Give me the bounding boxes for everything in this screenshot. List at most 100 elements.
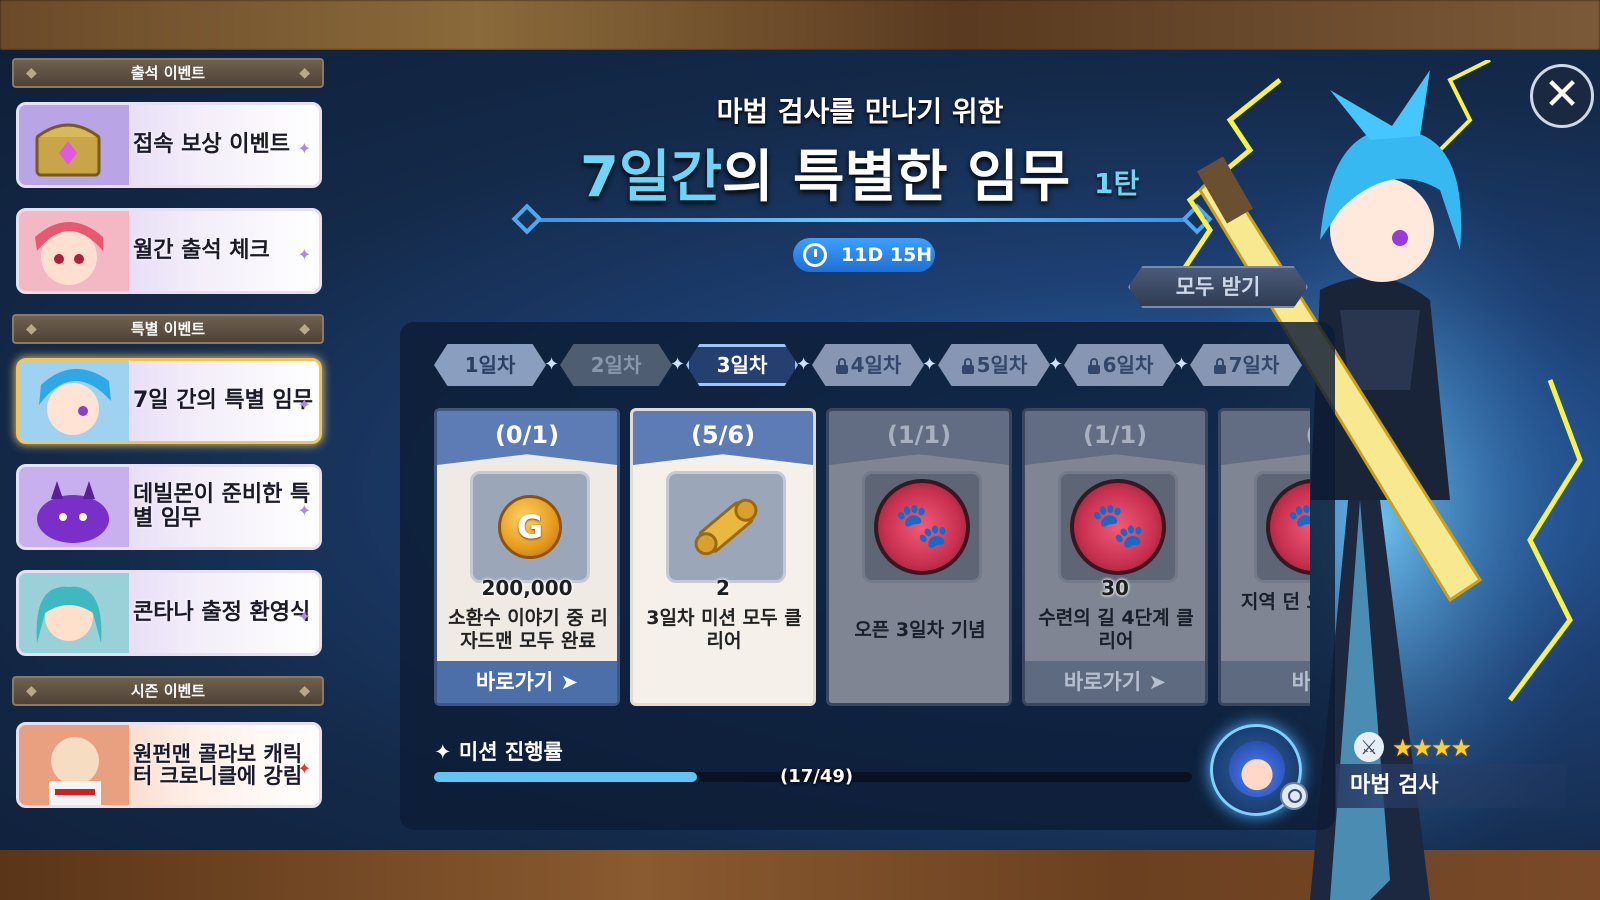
scroll-icon bbox=[694, 498, 758, 556]
mission-card[interactable]: (5/6) 2 3일차 미션 모두 클리어 bbox=[630, 408, 816, 706]
title-highlight: 7일간 bbox=[580, 145, 723, 210]
sparkle-icon: ✦ bbox=[434, 740, 459, 764]
event-subtitle: 마법 검사를 만나기 위한 bbox=[716, 95, 1004, 128]
sidebar-item-label: 접속 보상 이벤트 bbox=[133, 132, 290, 157]
star-icon: ★ bbox=[1411, 734, 1433, 762]
sparkle-icon: ✦ bbox=[297, 395, 311, 414]
character-portrait-icon bbox=[19, 361, 129, 441]
mission-card[interactable]: (1/1) 🐾 30 수련의 길 4단계 클리어 바로가기 ➤ bbox=[1022, 408, 1208, 706]
tab-day-1[interactable]: 1일차 bbox=[434, 344, 546, 386]
tab-day-4[interactable]: 4일차 bbox=[812, 344, 924, 386]
day-tabs: 1일차 ✦ 2일차 ✦ 3일차 ✦ 4일차 ✦ 5일차 ✦ 6일차 ✦ 7일차 bbox=[434, 344, 1314, 388]
close-button[interactable]: ✕ bbox=[1530, 64, 1594, 128]
gold-coin-icon: G bbox=[498, 495, 562, 559]
reward-slot bbox=[666, 471, 786, 583]
avatar bbox=[1229, 741, 1285, 797]
reward-slot: 🐾 bbox=[1058, 471, 1178, 583]
mission-progress: (1/1) bbox=[829, 411, 1009, 465]
tab-label: 1일차 bbox=[464, 353, 516, 377]
reward-quantity: 2 bbox=[716, 576, 730, 600]
sidebar-item-devilmon-mission[interactable]: 데빌몬이 준비한 특별 임무 ✦ bbox=[16, 464, 322, 550]
tab-separator-icon: ✦ bbox=[796, 354, 812, 375]
tab-separator-icon: ✦ bbox=[922, 354, 938, 375]
sidebar-item-label: 원펀맨 콜라보 캐릭터 크로니클에 강림 bbox=[133, 742, 303, 788]
sidebar-item-label: 데빌몬이 준비한 특별 임무 bbox=[133, 482, 311, 531]
star-icon: ★ bbox=[1450, 734, 1472, 762]
progress-count: (17/49) bbox=[780, 766, 854, 787]
progress-label-text: 미션 진행률 bbox=[458, 740, 563, 764]
mission-progress: ( bbox=[1221, 411, 1310, 465]
receive-all-button[interactable]: 모두 받기 bbox=[1128, 266, 1308, 308]
sidebar-item-monthly-attendance[interactable]: 월간 출석 체크 ✦ bbox=[16, 208, 322, 294]
clock-icon bbox=[803, 243, 827, 267]
reward-slot: 🐾 bbox=[862, 471, 982, 583]
reward-quantity: 200,000 bbox=[481, 576, 573, 600]
mission-cards: (0/1) G 200,000 소환수 이야기 중 리자드맨 모두 완료 바로가… bbox=[434, 408, 1310, 710]
tab-separator-icon: ✦ bbox=[1174, 354, 1190, 375]
lock-icon bbox=[835, 358, 848, 374]
game-screen: 출석 이벤트 접속 보상 이벤트 ✦ 월간 출석 체크 ✦ 특별 이벤트 7일 … bbox=[0, 0, 1600, 900]
mission-card[interactable]: (0/1) G 200,000 소환수 이야기 중 리자드맨 모두 완료 바로가… bbox=[434, 408, 620, 706]
sidebar-item-kontana-welcome[interactable]: 콘타나 출정 환영식 ✦ bbox=[16, 570, 322, 656]
tab-separator-icon: ✦ bbox=[544, 354, 560, 375]
go-button[interactable]: 바로 bbox=[1221, 661, 1310, 703]
progress-label: ✦ 미션 진행률 bbox=[434, 736, 563, 766]
title-rest: 의 특별한 임무 bbox=[722, 145, 1071, 210]
sidebar-item-onepunchman-collab[interactable]: 원펀맨 콜라보 캐릭터 크로니클에 강림 ✦ bbox=[16, 722, 322, 808]
sidebar-item-label: 콘타나 출정 환영식 bbox=[133, 600, 311, 625]
mission-card[interactable]: (1/1) 🐾 오픈 3일차 기념 bbox=[826, 408, 1012, 706]
section-header-season: 시즌 이벤트 bbox=[12, 676, 324, 706]
tab-day-7[interactable]: 7일차 bbox=[1190, 344, 1302, 386]
sparkle-icon: ✦ bbox=[297, 501, 311, 520]
character-portrait-icon bbox=[19, 211, 129, 291]
reward-slot: 🐾 bbox=[1254, 471, 1310, 583]
tab-separator-icon: ✦ bbox=[670, 354, 686, 375]
reward-quantity: 30 bbox=[1101, 576, 1129, 600]
sidebar-item-7day-mission[interactable]: 7일 간의 특별 임무 ✦ bbox=[16, 358, 322, 444]
mission-card[interactable]: ( 🐾 지역 던 오아시 로 바로 bbox=[1218, 408, 1310, 706]
go-button[interactable]: 바로가기 ➤ bbox=[437, 661, 617, 703]
tab-label: 6일차 bbox=[1102, 353, 1154, 377]
mission-progress: (1/1) bbox=[1025, 411, 1205, 465]
event-title: 7일간의 특별한 임무 bbox=[580, 132, 1100, 213]
sword-class-icon: ⚔ bbox=[1354, 732, 1384, 762]
section-header-special: 특별 이벤트 bbox=[12, 314, 324, 344]
section-header-attendance: 출석 이벤트 bbox=[12, 58, 324, 88]
tab-label: 4일차 bbox=[850, 353, 902, 377]
timer-value: 11D 15H bbox=[841, 244, 933, 266]
sparkle-icon: ✦ bbox=[297, 607, 311, 626]
tab-day-6[interactable]: 6일차 bbox=[1064, 344, 1176, 386]
tab-label: 3일차 bbox=[716, 353, 768, 377]
star-icon: ★ bbox=[1431, 734, 1452, 762]
go-label: 바로가기 bbox=[1063, 670, 1142, 694]
tab-separator-icon: ✦ bbox=[1048, 354, 1064, 375]
sparkle-icon: ✦ bbox=[297, 139, 311, 158]
arrow-right-icon: ➤ bbox=[1148, 670, 1167, 694]
sidebar-item-label: 7일 간의 특별 임무 bbox=[133, 388, 313, 413]
go-label: 바로 bbox=[1291, 670, 1310, 694]
arrow-right-icon: ➤ bbox=[560, 670, 579, 694]
sidebar-item-login-reward[interactable]: 접속 보상 이벤트 ✦ bbox=[16, 102, 322, 188]
go-button[interactable]: 바로가기 ➤ bbox=[1025, 661, 1205, 703]
mission-progress: (5/6) bbox=[633, 411, 813, 465]
treasure-chest-icon bbox=[19, 105, 129, 185]
mission-description: 소환수 이야기 중 리자드맨 모두 완료 bbox=[448, 607, 608, 652]
close-icon: ✕ bbox=[1543, 69, 1581, 120]
sidebar-item-label: 월간 출석 체크 bbox=[133, 238, 270, 263]
mission-progress: (0/1) bbox=[437, 411, 617, 465]
tab-day-2[interactable]: 2일차 bbox=[560, 344, 672, 386]
tab-label: 7일차 bbox=[1228, 353, 1280, 377]
character-portrait-icon bbox=[19, 573, 129, 653]
sparkle-icon: ✦ bbox=[297, 759, 311, 778]
paw-token-icon: 🐾 bbox=[1070, 479, 1166, 575]
tab-label: 2일차 bbox=[590, 353, 642, 377]
tab-day-5[interactable]: 5일차 bbox=[938, 344, 1050, 386]
search-icon[interactable] bbox=[1280, 782, 1308, 810]
sparkle-icon: ✦ bbox=[297, 245, 311, 264]
star-icon: ★ bbox=[1392, 734, 1413, 762]
title-divider bbox=[520, 218, 1200, 222]
tab-day-3[interactable]: 3일차 bbox=[686, 344, 798, 386]
progress-fill bbox=[434, 772, 698, 782]
devilmon-icon bbox=[19, 467, 129, 547]
background-top bbox=[0, 0, 1600, 50]
